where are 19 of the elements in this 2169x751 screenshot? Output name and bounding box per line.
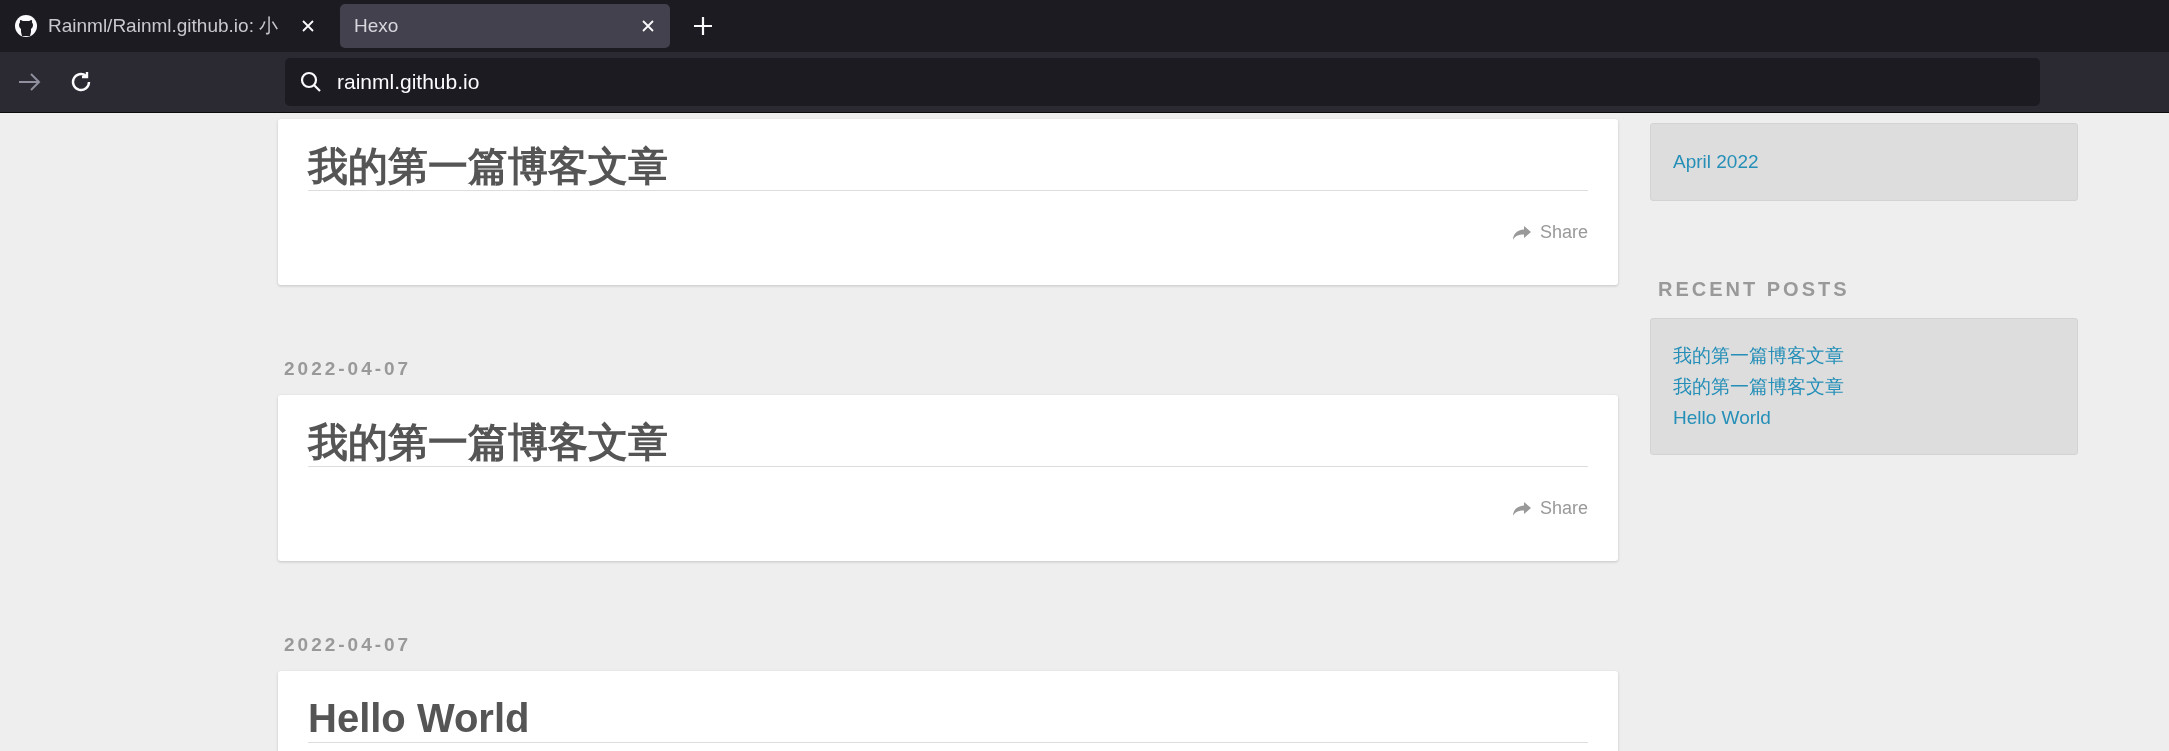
- tab-title: Hexo: [354, 13, 400, 38]
- new-tab-icon[interactable]: [692, 15, 714, 37]
- url-text: rainml.github.io: [337, 69, 480, 96]
- share-arrow-icon: [1511, 224, 1532, 241]
- github-cat-icon: [14, 14, 38, 38]
- close-icon[interactable]: [640, 18, 656, 34]
- post-title[interactable]: 我的第一篇博客文章: [308, 417, 1588, 467]
- browser-tab[interactable]: Rainml/Rainml.github.io: 小: [0, 4, 330, 48]
- tab-title: Rainml/Rainml.github.io: 小: [48, 13, 280, 38]
- post-date: 2022-04-07: [283, 635, 413, 655]
- search-icon: [299, 70, 323, 94]
- post-date: 2022-04-07: [283, 359, 413, 379]
- section-heading: RECENT POSTS: [1657, 277, 1851, 301]
- close-icon[interactable]: [300, 18, 316, 34]
- share-arrow-icon: [1511, 500, 1532, 517]
- post-title[interactable]: Hello World: [308, 693, 1588, 743]
- browser-tab[interactable]: Hexo: [340, 4, 670, 48]
- address-bar[interactable]: rainml.github.io: [285, 58, 2040, 106]
- post-title[interactable]: 我的第一篇博客文章: [308, 141, 1588, 191]
